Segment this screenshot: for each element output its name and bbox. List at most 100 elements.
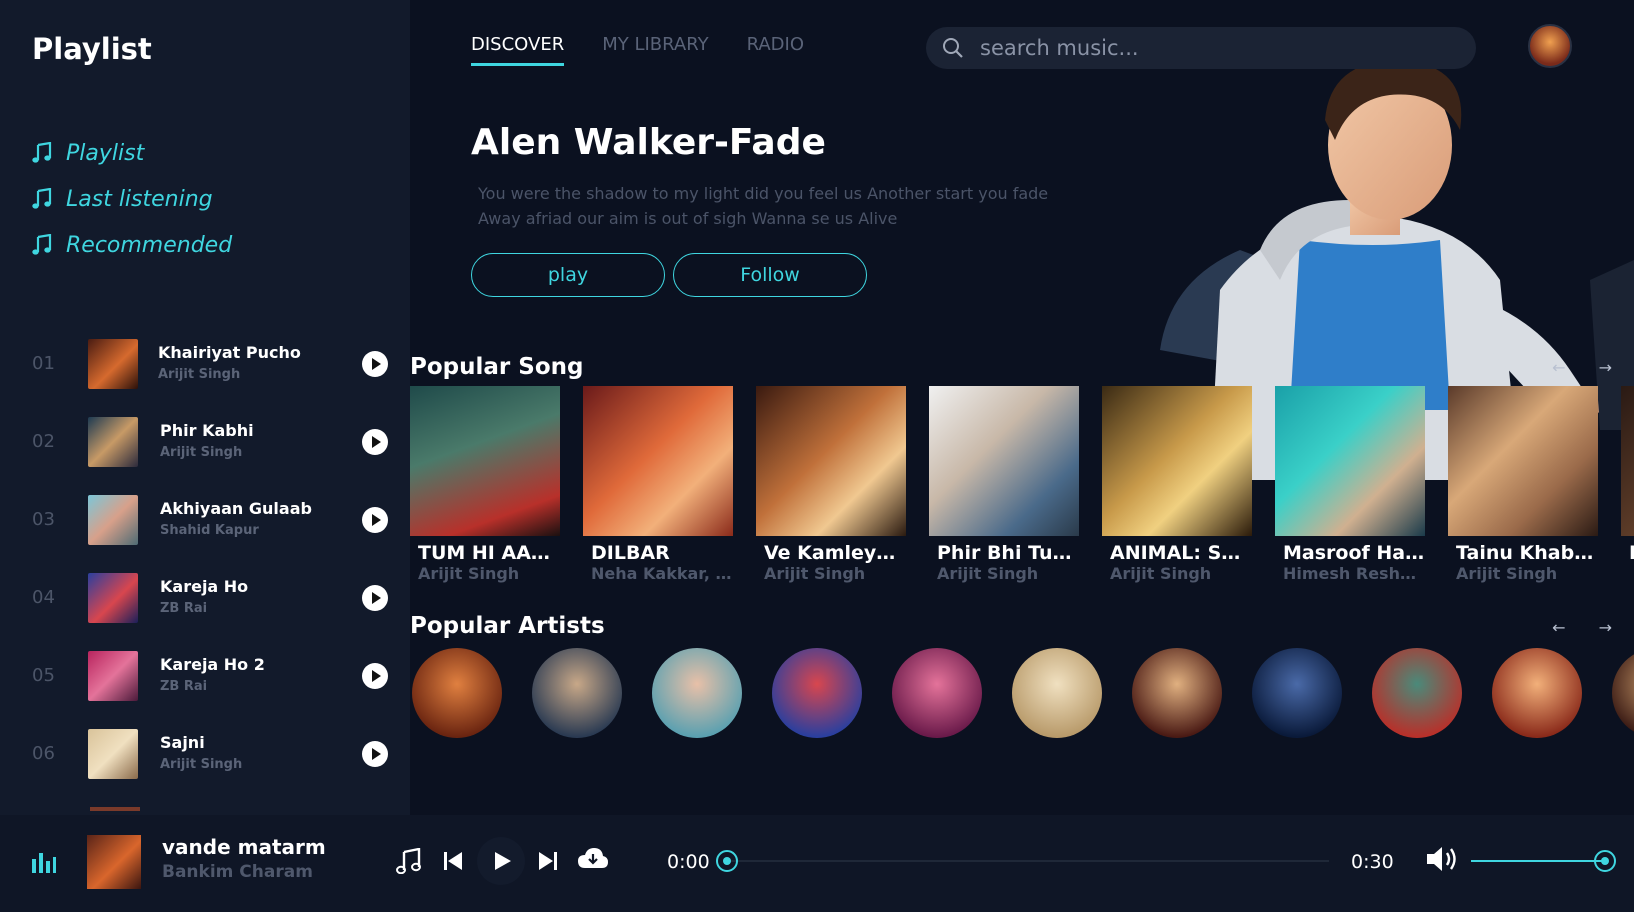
track-artist: ZB Rai <box>160 679 208 694</box>
search-icon <box>943 38 963 58</box>
album-art <box>583 386 733 536</box>
avatar[interactable] <box>1528 24 1572 68</box>
song-card[interactable]: Tainu Khaba... Arijit Singh <box>1448 386 1598 583</box>
album-art <box>410 386 560 536</box>
card-artist: Arijit Singh <box>937 564 1039 583</box>
album-art <box>88 417 138 467</box>
track-title: Khairiyat Pucho <box>158 343 301 362</box>
album-art <box>88 729 138 779</box>
playlist-list: 01 Khairiyat Pucho Arijit Singh 02 Phir … <box>0 325 410 811</box>
track-number: 06 <box>32 743 55 764</box>
song-card[interactable]: Ve Kamleya ... Arijit Singh <box>756 386 906 583</box>
track-number: 02 <box>32 431 55 452</box>
song-card[interactable]: B <box>1621 386 1634 564</box>
artist-avatar[interactable] <box>1372 648 1462 738</box>
popular-artists-arrows[interactable]: ← → <box>1552 618 1626 637</box>
music-note-icon[interactable] <box>396 848 422 874</box>
album-art <box>88 495 138 545</box>
tab-discover[interactable]: DISCOVER <box>471 34 565 66</box>
popular-song-arrows[interactable]: ← → <box>1552 358 1626 377</box>
duration: 0:30 <box>1351 851 1394 873</box>
track-title: Kareja Ho <box>160 577 249 596</box>
card-artist: Himesh Resha... <box>1283 564 1425 583</box>
volume-handle[interactable] <box>1594 850 1616 872</box>
sidebar-item-last-listening[interactable]: Last listening <box>32 176 232 222</box>
track-artist: Arijit Singh <box>160 757 243 772</box>
skip-previous-icon[interactable] <box>443 851 463 871</box>
card-title: ANIMAL: SAT... <box>1110 542 1252 564</box>
song-card[interactable]: Phir Bhi Tum... Arijit Singh <box>929 386 1079 583</box>
card-title: Masroof Hai ... <box>1283 542 1425 564</box>
play-button[interactable]: play <box>471 253 665 297</box>
search-input[interactable] <box>980 36 1440 60</box>
sidebar-nav: Playlist Last listening Recommended <box>32 130 232 268</box>
play-button[interactable] <box>362 351 388 377</box>
artist-avatar[interactable] <box>532 648 622 738</box>
artist-avatar[interactable] <box>1492 648 1582 738</box>
play-button[interactable] <box>362 429 388 455</box>
track-title: Akhiyaan Gulaab <box>160 499 312 518</box>
popular-artists-title: Popular Artists <box>410 613 605 639</box>
play-button[interactable] <box>362 663 388 689</box>
sidebar: Playlist Playlist Last listening Recomme… <box>0 0 410 815</box>
sidebar-item-label: Playlist <box>66 140 145 166</box>
list-item[interactable]: 05 Kareja Ho 2 ZB Rai <box>0 637 410 715</box>
now-playing-art <box>87 835 141 889</box>
popular-artists-carousel <box>410 646 1634 742</box>
card-title: B <box>1621 542 1634 564</box>
song-card[interactable]: ANIMAL: SAT... Arijit Singh <box>1102 386 1252 583</box>
artist-avatar[interactable] <box>1012 648 1102 738</box>
card-artist: Arijit Singh <box>764 564 866 583</box>
volume-icon[interactable] <box>1426 845 1460 873</box>
album-art <box>929 386 1079 536</box>
volume-track[interactable] <box>1471 860 1607 862</box>
song-card[interactable]: Masroof Hai ... Himesh Resha... <box>1275 386 1425 583</box>
artist-avatar[interactable] <box>412 648 502 738</box>
list-item[interactable]: 01 Khairiyat Pucho Arijit Singh <box>0 325 410 403</box>
track-number: 01 <box>32 353 55 374</box>
song-card[interactable]: TUM HI AANA Arijit Singh <box>410 386 560 583</box>
list-item[interactable]: 04 Kareja Ho ZB Rai <box>0 559 410 637</box>
track-artist: ZB Rai <box>160 601 208 616</box>
play-button[interactable] <box>362 741 388 767</box>
equalizer-icon <box>32 853 56 873</box>
progress-handle[interactable] <box>716 850 738 872</box>
song-card[interactable]: DILBAR Neha Kakkar, ... <box>583 386 733 583</box>
track-artist: Arijit Singh <box>158 367 241 382</box>
play-pause-button[interactable] <box>477 837 525 885</box>
card-title: TUM HI AANA <box>418 542 560 564</box>
album-art <box>88 651 138 701</box>
artist-avatar[interactable] <box>1612 648 1634 738</box>
list-item[interactable]: 02 Phir Kabhi Arijit Singh <box>0 403 410 481</box>
artist-avatar[interactable] <box>652 648 742 738</box>
track-number: 03 <box>32 509 55 530</box>
list-item[interactable]: 06 Sajni Arijit Singh <box>0 715 410 793</box>
progress-track[interactable] <box>727 860 1329 862</box>
current-time: 0:00 <box>667 851 710 873</box>
follow-button[interactable]: Follow <box>673 253 867 297</box>
list-item[interactable]: 03 Akhiyaan Gulaab Shahid Kapur <box>0 481 410 559</box>
card-title: Ve Kamleya ... <box>764 542 906 564</box>
tab-my-library[interactable]: MY LIBRARY <box>602 34 708 66</box>
track-artist: Shahid Kapur <box>160 523 259 538</box>
play-button[interactable] <box>362 507 388 533</box>
track-title: Phir Kabhi <box>160 421 254 440</box>
download-icon[interactable] <box>577 846 609 872</box>
sidebar-item-recommended[interactable]: Recommended <box>32 222 232 268</box>
album-art <box>88 573 138 623</box>
album-art <box>756 386 906 536</box>
artist-avatar[interactable] <box>1132 648 1222 738</box>
card-title: Phir Bhi Tum... <box>937 542 1079 564</box>
now-playing-title: vande matarm <box>162 835 326 859</box>
artist-avatar[interactable] <box>772 648 862 738</box>
now-playing-artist: Bankim Charam <box>162 862 313 882</box>
album-art <box>1448 386 1598 536</box>
track-number: 05 <box>32 665 55 686</box>
sidebar-item-playlist[interactable]: Playlist <box>32 130 232 176</box>
artist-avatar[interactable] <box>892 648 982 738</box>
hero-description-line: You were the shadow to my light did you … <box>478 184 1049 203</box>
artist-avatar[interactable] <box>1252 648 1342 738</box>
tab-radio[interactable]: RADIO <box>747 34 804 66</box>
skip-next-icon[interactable] <box>538 851 558 871</box>
play-button[interactable] <box>362 585 388 611</box>
